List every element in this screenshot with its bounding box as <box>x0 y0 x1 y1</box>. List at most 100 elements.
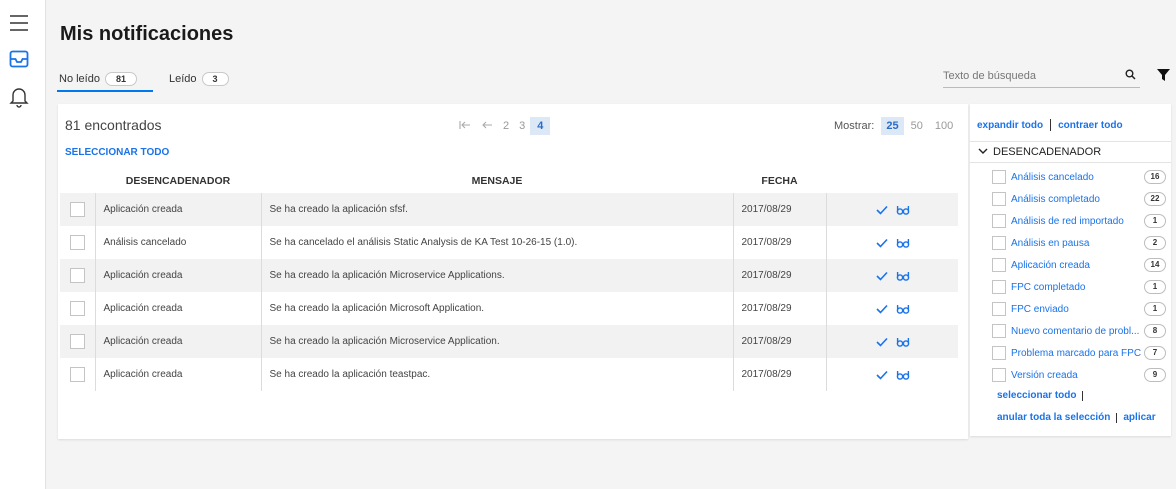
tab-unread[interactable]: No leído 81 <box>57 66 151 92</box>
row-checkbox[interactable] <box>69 235 85 250</box>
mark-unread-icon[interactable] <box>896 270 910 282</box>
mark-unread-icon[interactable] <box>896 303 910 315</box>
apply-link[interactable]: aplicar <box>1123 412 1155 423</box>
filter-item-label[interactable]: Análisis cancelado <box>1011 172 1144 183</box>
select-all-link[interactable]: SELECCIONAR TODO <box>65 147 169 158</box>
check-icon[interactable] <box>875 369 889 381</box>
page-size-25[interactable]: 25 <box>881 117 904 135</box>
row-trigger: Aplicación creada <box>94 358 261 391</box>
row-message: Se ha cancelado el análisis Static Analy… <box>260 226 733 259</box>
filter-checkbox[interactable] <box>992 346 1006 360</box>
row-checkbox[interactable] <box>69 334 85 349</box>
filter-item-label[interactable]: Análisis completado <box>1011 194 1144 205</box>
filter-item-count: 1 <box>1144 280 1166 294</box>
collapse-all-link[interactable]: contraer todo <box>1058 120 1122 131</box>
check-icon[interactable] <box>875 204 889 216</box>
filter-item-label[interactable]: Análisis de red importado <box>1011 216 1144 227</box>
mark-unread-icon[interactable] <box>896 204 910 216</box>
filter-item-label[interactable]: FPC completado <box>1011 282 1144 293</box>
search-input[interactable] <box>943 66 1113 86</box>
prev-page-icon[interactable] <box>476 120 498 133</box>
filter-checkbox[interactable] <box>992 368 1006 382</box>
page-4-current[interactable]: 4 <box>530 117 551 135</box>
mark-unread-icon[interactable] <box>896 336 910 348</box>
row-message: Se ha creado la aplicación Microservice … <box>260 325 733 358</box>
search-icon[interactable] <box>1125 68 1136 83</box>
col-trigger: DESENCADENADOR <box>125 174 231 187</box>
row-checkbox[interactable] <box>69 301 85 316</box>
notifications-table: DESENCADENADOR MENSAJE FECHA Aplicación … <box>60 168 958 391</box>
col-message: MENSAJE <box>471 174 523 187</box>
row-date: 2017/08/29 <box>732 259 826 292</box>
table-row: Análisis cancelado Se ha cancelado el an… <box>60 226 958 259</box>
filter-checkbox[interactable] <box>992 192 1006 206</box>
check-icon[interactable] <box>875 303 889 315</box>
bell-icon[interactable] <box>9 86 29 108</box>
filter-item: Análisis cancelado 16 <box>992 168 1166 186</box>
row-message: Se ha creado la aplicación Microsoft App… <box>260 292 733 325</box>
page-size-50[interactable]: 50 <box>906 117 928 135</box>
table-row: Aplicación creada Se ha creado la aplica… <box>60 292 958 325</box>
show-label: Mostrar: <box>834 120 875 132</box>
hamburger-menu-icon[interactable] <box>9 14 29 34</box>
filter-icon[interactable] <box>1157 68 1171 82</box>
filter-select-all-link[interactable]: seleccionar todo <box>997 390 1076 401</box>
table-row: Aplicación creada Se ha creado la aplica… <box>60 325 958 358</box>
row-checkbox[interactable] <box>69 202 85 217</box>
page-2[interactable]: 2 <box>498 120 514 132</box>
first-page-icon[interactable] <box>454 120 476 133</box>
filter-item-label[interactable]: Aplicación creada <box>1011 260 1144 271</box>
row-trigger: Aplicación creada <box>94 292 261 325</box>
check-icon[interactable] <box>875 237 889 249</box>
table-row: Aplicación creada Se ha creado la aplica… <box>60 193 958 226</box>
filter-item: FPC completado 1 <box>992 278 1166 296</box>
chevron-down-icon <box>978 147 988 158</box>
filter-item-label[interactable]: FPC enviado <box>1011 304 1144 315</box>
tab-read[interactable]: Leído 3 <box>151 66 243 92</box>
filter-item-label[interactable]: Problema marcado para FPC <box>1011 348 1144 359</box>
tab-unread-label: No leído <box>59 73 100 85</box>
separator <box>1116 412 1118 423</box>
mark-unread-icon[interactable] <box>896 369 910 381</box>
clear-selection-link[interactable]: anular toda la selección <box>997 412 1110 423</box>
filter-item: Análisis completado 22 <box>992 190 1166 208</box>
filter-group-label: DESENCADENADOR <box>993 146 1102 158</box>
expand-all-link[interactable]: expandir todo <box>977 120 1043 131</box>
filter-checkbox[interactable] <box>992 236 1006 250</box>
filter-panel: expandir todo contraer todo DESENCADENAD… <box>970 104 1171 436</box>
row-date: 2017/08/29 <box>732 325 826 358</box>
page-size-100[interactable]: 100 <box>930 117 958 135</box>
filter-item-label[interactable]: Nuevo comentario de probl... <box>1011 326 1144 337</box>
filter-item-label[interactable]: Análisis en pausa <box>1011 238 1144 249</box>
row-checkbox[interactable] <box>69 268 85 283</box>
filter-item: Análisis de red importado 1 <box>992 212 1166 230</box>
inbox-icon[interactable] <box>9 50 29 70</box>
row-message: Se ha creado la aplicación sfsf. <box>260 193 733 226</box>
separator <box>1050 119 1052 131</box>
filter-item-count: 9 <box>1144 368 1166 382</box>
tab-read-label: Leído <box>169 73 197 85</box>
col-actions <box>826 168 958 193</box>
filter-item: Análisis en pausa 2 <box>992 234 1166 252</box>
filter-item-count: 14 <box>1144 258 1166 272</box>
filter-item: Versión creada 9 <box>992 366 1166 384</box>
search-box <box>943 66 1140 88</box>
mark-unread-icon[interactable] <box>896 237 910 249</box>
filter-checkbox[interactable] <box>992 302 1006 316</box>
page-size-selector: Mostrar: 25 50 100 <box>834 117 958 135</box>
check-icon[interactable] <box>875 270 889 282</box>
filter-item-label[interactable]: Versión creada <box>1011 370 1144 381</box>
filter-checkbox[interactable] <box>992 324 1006 338</box>
page-3[interactable]: 3 <box>514 120 530 132</box>
filter-item: Problema marcado para FPC 7 <box>992 344 1166 362</box>
filter-item: Aplicación creada 14 <box>992 256 1166 274</box>
filter-checkbox[interactable] <box>992 280 1006 294</box>
filter-group-trigger[interactable]: DESENCADENADOR <box>970 141 1171 163</box>
filter-checkbox[interactable] <box>992 214 1006 228</box>
row-message: Se ha creado la aplicación Microservice … <box>260 259 733 292</box>
filter-checkbox[interactable] <box>992 170 1006 184</box>
row-checkbox[interactable] <box>69 367 85 382</box>
check-icon[interactable] <box>875 336 889 348</box>
row-message: Se ha creado la aplicación teastpac. <box>260 358 733 391</box>
filter-checkbox[interactable] <box>992 258 1006 272</box>
